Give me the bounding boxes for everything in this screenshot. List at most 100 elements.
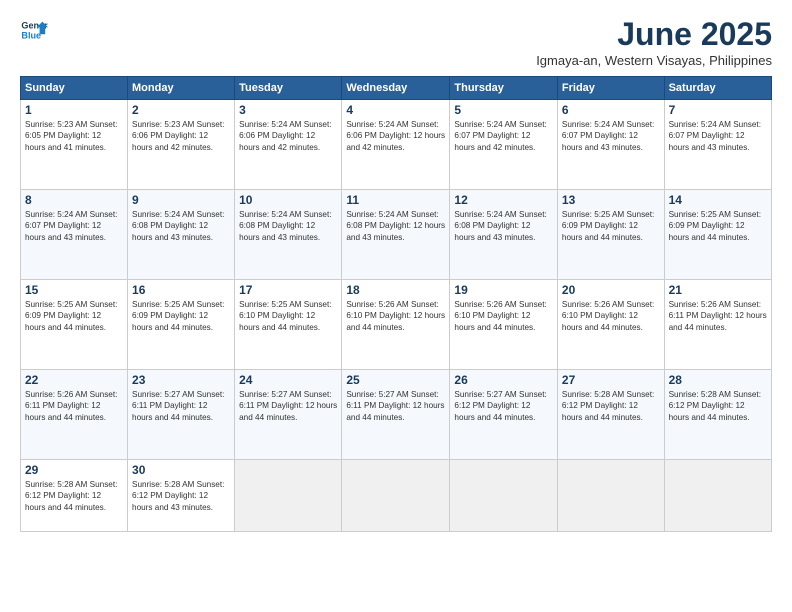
- calendar-cell: 16 Sunrise: 5:25 AM Sunset: 6:09 PM Dayli…: [128, 280, 235, 370]
- calendar-cell: 7 Sunrise: 5:24 AM Sunset: 6:07 PM Daylig…: [664, 100, 771, 190]
- day-number: 28: [669, 373, 767, 387]
- col-header-saturday: Saturday: [664, 77, 771, 100]
- day-number: 22: [25, 373, 123, 387]
- day-info: Sunrise: 5:26 AM Sunset: 6:10 PM Dayligh…: [454, 299, 553, 333]
- day-number: 3: [239, 103, 337, 117]
- location: Igmaya-an, Western Visayas, Philippines: [536, 53, 772, 68]
- col-header-monday: Monday: [128, 77, 235, 100]
- day-info: Sunrise: 5:25 AM Sunset: 6:09 PM Dayligh…: [669, 209, 767, 243]
- calendar-cell: 22 Sunrise: 5:26 AM Sunset: 6:11 PM Dayli…: [21, 370, 128, 460]
- day-info: Sunrise: 5:24 AM Sunset: 6:08 PM Dayligh…: [239, 209, 337, 243]
- col-header-tuesday: Tuesday: [235, 77, 342, 100]
- day-number: 27: [562, 373, 660, 387]
- day-number: 7: [669, 103, 767, 117]
- logo-icon: General Blue: [20, 16, 48, 44]
- day-info: Sunrise: 5:27 AM Sunset: 6:11 PM Dayligh…: [346, 389, 445, 423]
- day-number: 24: [239, 373, 337, 387]
- day-number: 29: [25, 463, 123, 477]
- day-info: Sunrise: 5:27 AM Sunset: 6:11 PM Dayligh…: [239, 389, 337, 423]
- day-number: 9: [132, 193, 230, 207]
- day-info: Sunrise: 5:26 AM Sunset: 6:11 PM Dayligh…: [25, 389, 123, 423]
- day-number: 25: [346, 373, 445, 387]
- calendar-cell: 18Sunrise: 5:26 AM Sunset: 6:10 PM Dayli…: [342, 280, 450, 370]
- header: General Blue June 2025 Igmaya-an, Wester…: [20, 16, 772, 68]
- day-number: 13: [562, 193, 660, 207]
- day-number: 5: [454, 103, 553, 117]
- day-number: 2: [132, 103, 230, 117]
- calendar-cell: 30 Sunrise: 5:28 AM Sunset: 6:12 PM Dayli…: [128, 460, 235, 532]
- day-info: Sunrise: 5:26 AM Sunset: 6:10 PM Dayligh…: [346, 299, 445, 333]
- calendar-cell: 29Sunrise: 5:28 AM Sunset: 6:12 PM Dayli…: [21, 460, 128, 532]
- day-number: 6: [562, 103, 660, 117]
- calendar-cell: 23Sunrise: 5:27 AM Sunset: 6:11 PM Dayli…: [128, 370, 235, 460]
- calendar-cell: 8 Sunrise: 5:24 AM Sunset: 6:07 PM Daylig…: [21, 190, 128, 280]
- day-number: 20: [562, 283, 660, 297]
- day-info: Sunrise: 5:28 AM Sunset: 6:12 PM Dayligh…: [562, 389, 660, 423]
- day-number: 11: [346, 193, 445, 207]
- day-number: 12: [454, 193, 553, 207]
- col-header-thursday: Thursday: [450, 77, 558, 100]
- day-number: 17: [239, 283, 337, 297]
- day-info: Sunrise: 5:25 AM Sunset: 6:09 PM Dayligh…: [562, 209, 660, 243]
- calendar-cell: [235, 460, 342, 532]
- calendar-cell: 15 Sunrise: 5:25 AM Sunset: 6:09 PM Dayli…: [21, 280, 128, 370]
- day-number: 26: [454, 373, 553, 387]
- col-header-sunday: Sunday: [21, 77, 128, 100]
- calendar-cell: 24 Sunrise: 5:27 AM Sunset: 6:11 PM Dayli…: [235, 370, 342, 460]
- calendar-cell: 20 Sunrise: 5:26 AM Sunset: 6:10 PM Dayli…: [557, 280, 664, 370]
- day-info: Sunrise: 5:25 AM Sunset: 6:09 PM Dayligh…: [132, 299, 230, 333]
- title-block: June 2025 Igmaya-an, Western Visayas, Ph…: [536, 16, 772, 68]
- day-info: Sunrise: 5:24 AM Sunset: 6:07 PM Dayligh…: [562, 119, 660, 153]
- day-info: Sunrise: 5:24 AM Sunset: 6:07 PM Dayligh…: [454, 119, 553, 153]
- day-info: Sunrise: 5:24 AM Sunset: 6:07 PM Dayligh…: [669, 119, 767, 153]
- calendar-cell: 10 Sunrise: 5:24 AM Sunset: 6:08 PM Dayli…: [235, 190, 342, 280]
- calendar-cell: 19 Sunrise: 5:26 AM Sunset: 6:10 PM Dayli…: [450, 280, 558, 370]
- day-number: 21: [669, 283, 767, 297]
- calendar-cell: 9Sunrise: 5:24 AM Sunset: 6:08 PM Daylig…: [128, 190, 235, 280]
- day-info: Sunrise: 5:23 AM Sunset: 6:06 PM Dayligh…: [132, 119, 230, 153]
- calendar-cell: 21 Sunrise: 5:26 AM Sunset: 6:11 PM Dayli…: [664, 280, 771, 370]
- day-info: Sunrise: 5:26 AM Sunset: 6:11 PM Dayligh…: [669, 299, 767, 333]
- day-number: 19: [454, 283, 553, 297]
- calendar-header-row: SundayMondayTuesdayWednesdayThursdayFrid…: [21, 77, 772, 100]
- calendar-cell: [450, 460, 558, 532]
- day-number: 14: [669, 193, 767, 207]
- calendar-cell: 14 Sunrise: 5:25 AM Sunset: 6:09 PM Dayli…: [664, 190, 771, 280]
- svg-text:Blue: Blue: [21, 30, 41, 40]
- col-header-friday: Friday: [557, 77, 664, 100]
- day-info: Sunrise: 5:25 AM Sunset: 6:09 PM Dayligh…: [25, 299, 123, 333]
- day-number: 8: [25, 193, 123, 207]
- day-number: 10: [239, 193, 337, 207]
- calendar-cell: 3 Sunrise: 5:24 AM Sunset: 6:06 PM Daylig…: [235, 100, 342, 190]
- day-info: Sunrise: 5:25 AM Sunset: 6:10 PM Dayligh…: [239, 299, 337, 333]
- day-number: 16: [132, 283, 230, 297]
- day-number: 15: [25, 283, 123, 297]
- month-title: June 2025: [536, 16, 772, 53]
- day-info: Sunrise: 5:24 AM Sunset: 6:07 PM Dayligh…: [25, 209, 123, 243]
- logo: General Blue: [20, 16, 48, 44]
- col-header-wednesday: Wednesday: [342, 77, 450, 100]
- calendar-cell: 6 Sunrise: 5:24 AM Sunset: 6:07 PM Daylig…: [557, 100, 664, 190]
- calendar-cell: [342, 460, 450, 532]
- calendar-cell: [664, 460, 771, 532]
- calendar-cell: 12Sunrise: 5:24 AM Sunset: 6:08 PM Dayli…: [450, 190, 558, 280]
- day-info: Sunrise: 5:24 AM Sunset: 6:08 PM Dayligh…: [346, 209, 445, 243]
- day-info: Sunrise: 5:23 AM Sunset: 6:05 PM Dayligh…: [25, 119, 123, 153]
- day-number: 30: [132, 463, 230, 477]
- calendar-cell: 1 Sunrise: 5:23 AM Sunset: 6:05 PM Daylig…: [21, 100, 128, 190]
- calendar-cell: 5 Sunrise: 5:24 AM Sunset: 6:07 PM Daylig…: [450, 100, 558, 190]
- calendar-cell: 28Sunrise: 5:28 AM Sunset: 6:12 PM Dayli…: [664, 370, 771, 460]
- day-info: Sunrise: 5:24 AM Sunset: 6:06 PM Dayligh…: [239, 119, 337, 153]
- calendar-cell: 13 Sunrise: 5:25 AM Sunset: 6:09 PM Dayli…: [557, 190, 664, 280]
- day-number: 4: [346, 103, 445, 117]
- day-info: Sunrise: 5:27 AM Sunset: 6:12 PM Dayligh…: [454, 389, 553, 423]
- calendar-cell: 26 Sunrise: 5:27 AM Sunset: 6:12 PM Dayli…: [450, 370, 558, 460]
- calendar-cell: 27 Sunrise: 5:28 AM Sunset: 6:12 PM Dayli…: [557, 370, 664, 460]
- day-info: Sunrise: 5:26 AM Sunset: 6:10 PM Dayligh…: [562, 299, 660, 333]
- calendar-cell: 2 Sunrise: 5:23 AM Sunset: 6:06 PM Daylig…: [128, 100, 235, 190]
- day-number: 23: [132, 373, 230, 387]
- day-info: Sunrise: 5:24 AM Sunset: 6:06 PM Dayligh…: [346, 119, 445, 153]
- day-number: 1: [25, 103, 123, 117]
- day-info: Sunrise: 5:28 AM Sunset: 6:12 PM Dayligh…: [132, 479, 230, 513]
- calendar-cell: 4 Sunrise: 5:24 AM Sunset: 6:06 PM Daylig…: [342, 100, 450, 190]
